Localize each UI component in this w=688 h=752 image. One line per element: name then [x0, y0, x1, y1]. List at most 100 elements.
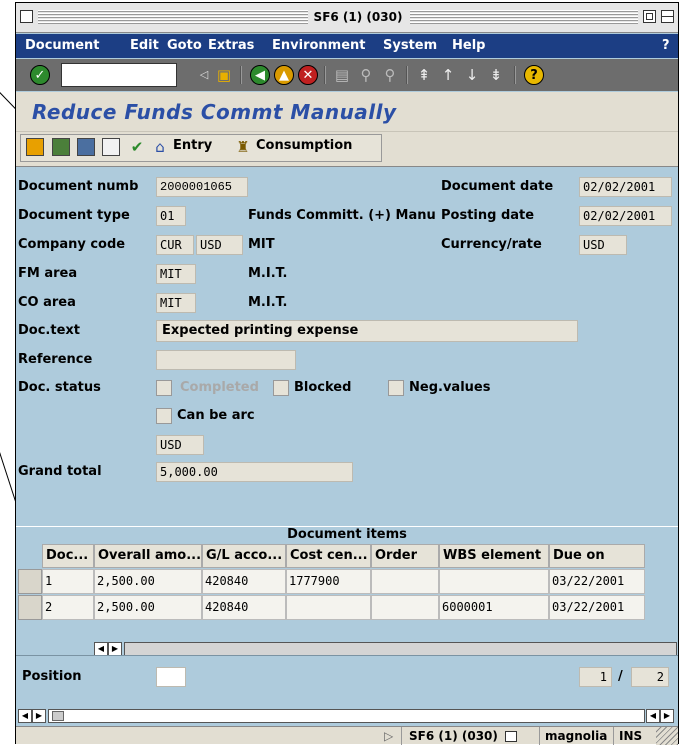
menu-help-question[interactable]: ? [662, 34, 670, 58]
column-header-doc[interactable]: Doc... [42, 544, 94, 568]
resize-grip-icon[interactable] [656, 727, 678, 745]
cell-wbs-element[interactable] [439, 569, 549, 594]
menu-environment[interactable]: Environment [272, 34, 366, 58]
doc-date-field[interactable]: 02/02/2001 [579, 177, 672, 197]
cancel-icon[interactable]: ✕ [298, 65, 318, 85]
blocked-label: Blocked [294, 380, 352, 395]
cell-gl-account[interactable]: 420840 [202, 569, 286, 594]
menu-goto[interactable]: Goto [167, 34, 202, 58]
cell-wbs-element[interactable]: 6000001 [439, 595, 549, 620]
total-currency-field: USD [156, 435, 204, 455]
posting-date-field[interactable]: 02/02/2001 [579, 206, 672, 226]
window-scroll-right-icon-right[interactable]: ▶ [660, 709, 674, 723]
completed-checkbox[interactable] [156, 380, 172, 396]
window-scroll-right-icon[interactable]: ▶ [32, 709, 46, 723]
doc-text-field[interactable]: Expected printing expense [156, 320, 578, 342]
table-scroll-left-icon[interactable]: ◀ [94, 642, 108, 656]
command-field[interactable] [61, 63, 177, 87]
find-next-icon[interactable]: ⚲ [380, 65, 400, 85]
edit-pencil-icon[interactable] [102, 138, 120, 156]
cell-order[interactable] [371, 569, 439, 594]
menu-system[interactable]: System [383, 34, 437, 58]
status-detail-icon[interactable] [505, 731, 518, 742]
window-scroll-left-icon-right[interactable]: ◀ [646, 709, 660, 723]
negvalues-checkbox[interactable] [388, 380, 404, 396]
cell-doc[interactable]: 2 [42, 595, 94, 620]
header-overview-icon[interactable] [26, 138, 44, 156]
row-selector[interactable] [18, 569, 42, 594]
collapse-box-icon[interactable] [661, 10, 674, 23]
print-icon[interactable]: ▤ [332, 65, 352, 85]
zoom-box-icon[interactable] [643, 10, 656, 23]
item-list-icon[interactable] [52, 138, 70, 156]
consumption-button[interactable]: Consumption [256, 136, 353, 156]
menu-edit[interactable]: Edit [130, 34, 159, 58]
cell-doc[interactable]: 1 [42, 569, 94, 594]
last-page-icon[interactable]: ⇟ [486, 65, 506, 85]
consumption-icon[interactable]: ♜ [233, 137, 253, 157]
fm-area-field[interactable]: MIT [156, 264, 196, 284]
enter-check-icon[interactable]: ✓ [30, 65, 50, 85]
reference-field[interactable] [156, 350, 296, 370]
column-header-order[interactable]: Order [371, 544, 439, 568]
first-page-icon[interactable]: ⇞ [414, 65, 434, 85]
doc-number-field[interactable]: 2000001065 [156, 177, 248, 197]
window-scroll-left-icon[interactable]: ◀ [18, 709, 32, 723]
previous-page-icon[interactable]: ↑ [438, 65, 458, 85]
item-detail-icon[interactable] [77, 138, 95, 156]
check-document-icon[interactable]: ✔ [127, 137, 147, 157]
cell-due-on[interactable]: 03/22/2001 [549, 569, 645, 594]
cell-due-on[interactable]: 03/22/2001 [549, 595, 645, 620]
application-toolbar: ✔ ⌂ Entry ♜ Consumption [16, 132, 678, 167]
posting-date-label: Posting date [441, 208, 535, 223]
table-horizontal-scrollbar[interactable] [124, 642, 677, 656]
column-header-due-on[interactable]: Due on [549, 544, 645, 568]
select-all-icon[interactable] [18, 544, 42, 568]
entry-button[interactable]: Entry [173, 136, 213, 156]
position-field[interactable] [156, 667, 186, 687]
scroll-thumb[interactable] [52, 711, 64, 721]
command-dropdown-icon[interactable]: ◁ [194, 65, 214, 85]
row-selector[interactable] [18, 595, 42, 620]
doc-type-field[interactable]: 01 [156, 206, 186, 226]
doc-number-label: Document numb [18, 179, 139, 194]
column-header-overall-amount[interactable]: Overall amo... [94, 544, 202, 568]
status-server-field: magnolia [539, 727, 613, 745]
table-scroll-right-icon[interactable]: ▶ [108, 642, 122, 656]
cell-cost-center[interactable] [286, 595, 371, 620]
title-stripes-right [410, 10, 638, 24]
currency-field[interactable]: USD [579, 235, 627, 255]
sap-window: SF6 (1) (030) Document Edit Goto Extras … [15, 2, 679, 745]
close-box-icon[interactable] [20, 10, 33, 23]
can-be-archived-checkbox[interactable] [156, 408, 172, 424]
menu-help[interactable]: Help [452, 34, 485, 58]
entry-icon[interactable]: ⌂ [150, 137, 170, 157]
status-bar: ▷ SF6 (1) (030) magnolia INS [16, 726, 678, 745]
menu-extras[interactable]: Extras [208, 34, 254, 58]
cell-gl-account[interactable]: 420840 [202, 595, 286, 620]
cell-order[interactable] [371, 595, 439, 620]
cell-overall-amount[interactable]: 2,500.00 [94, 569, 202, 594]
next-page-icon[interactable]: ↓ [462, 65, 482, 85]
exit-icon[interactable]: ▲ [274, 65, 294, 85]
menu-document[interactable]: Document [25, 34, 100, 58]
cell-cost-center[interactable]: 1777900 [286, 569, 371, 594]
help-icon[interactable]: ? [524, 65, 544, 85]
save-icon[interactable]: ▣ [214, 65, 234, 85]
title-bar[interactable]: SF6 (1) (030) [16, 3, 678, 33]
company-code-field[interactable]: CUR [156, 235, 194, 255]
company-currency-field: USD [196, 235, 243, 255]
find-icon[interactable]: ⚲ [356, 65, 376, 85]
column-header-wbs-element[interactable]: WBS element [439, 544, 549, 568]
blocked-checkbox[interactable] [273, 380, 289, 396]
doc-type-description: Funds Committ. (+) Manu [248, 208, 436, 223]
column-header-gl-account[interactable]: G/L acco... [202, 544, 286, 568]
window-horizontal-scrollbar[interactable] [48, 709, 645, 723]
column-header-cost-center[interactable]: Cost cen... [286, 544, 371, 568]
company-name: MIT [248, 237, 275, 252]
position-area: Position 1 / 2 ◀ ▶ ◀ ▶ [16, 655, 678, 726]
cell-overall-amount[interactable]: 2,500.00 [94, 595, 202, 620]
co-area-field[interactable]: MIT [156, 293, 196, 313]
back-icon[interactable]: ◀ [250, 65, 270, 85]
status-expand-icon[interactable]: ▷ [384, 727, 393, 745]
